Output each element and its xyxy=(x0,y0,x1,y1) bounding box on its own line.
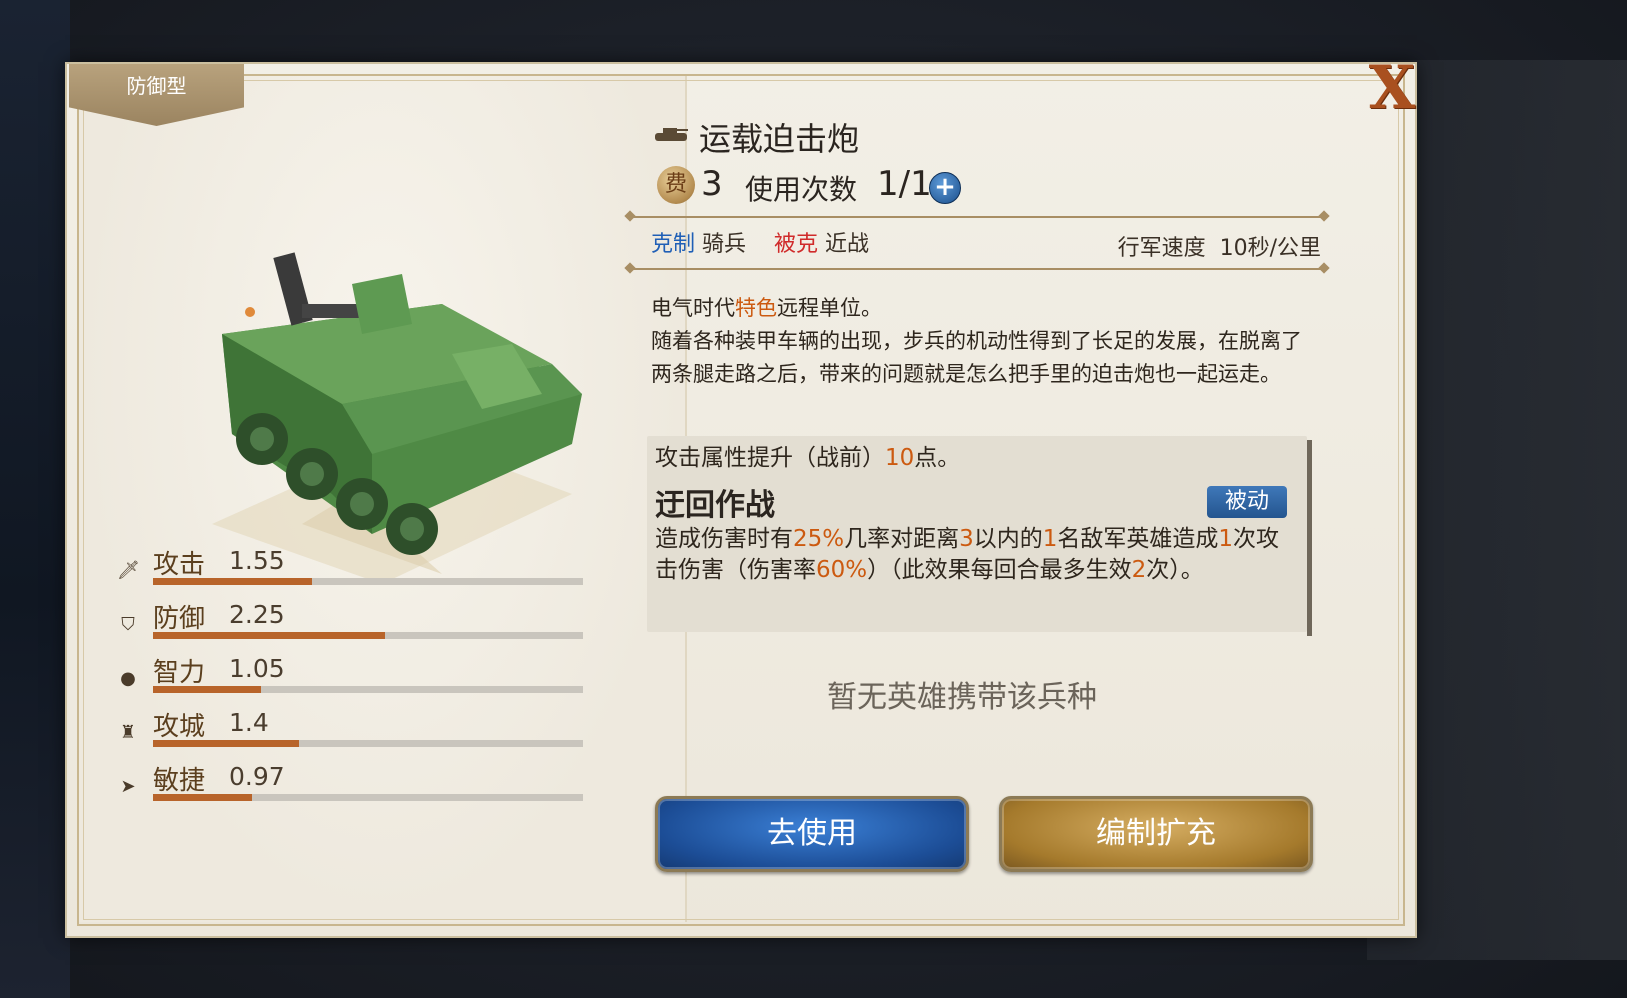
speed-value: 10秒/公里 xyxy=(1219,236,1321,261)
stat-bar xyxy=(153,794,583,801)
skill-text: 以内的 xyxy=(973,526,1043,552)
stat-value: 0.97 xyxy=(229,762,285,791)
stat-bar-fill xyxy=(153,632,386,639)
unit-detail-panel: 防御型 X 🗡 攻击 1.55 ⛉ 防御 2.25 ● 智力 1.05 ♜ 攻城… xyxy=(65,58,1417,938)
stat-bar-fill xyxy=(153,740,300,747)
cost-value: 3 xyxy=(701,164,723,204)
divider-top xyxy=(632,216,1322,218)
stat-label: 防御 xyxy=(153,604,206,634)
stat-label: 敏捷 xyxy=(153,766,206,796)
skill-bonus: 攻击属性提升（战前）10点。 xyxy=(655,438,960,472)
skill-highlight: 1 xyxy=(1042,526,1058,552)
stat-bar xyxy=(153,740,583,747)
stat-agility: ➤ 敏捷 0.97 xyxy=(117,760,587,810)
skill-text: ）（此效果每回合最多生效 xyxy=(867,557,1132,583)
desc-highlight: 特色 xyxy=(735,296,777,320)
stat-siege: ♜ 攻城 1.4 xyxy=(117,706,587,756)
no-hero-message: 暂无英雄携带该兵种 xyxy=(827,680,1097,715)
stat-intelligence: ● 智力 1.05 xyxy=(117,652,587,702)
stat-value: 1.05 xyxy=(229,654,285,683)
desc-text: 远程单位。 xyxy=(777,296,882,320)
add-uses-button[interactable]: + xyxy=(929,172,961,204)
stat-bar-fill xyxy=(153,686,261,693)
stat-bar xyxy=(153,578,583,585)
stat-bar xyxy=(153,632,583,639)
stat-value: 1.4 xyxy=(229,708,269,737)
sword-icon: 🗡 xyxy=(117,560,140,581)
unit-description: 电气时代特色远程单位。 随着各种装甲车辆的出现，步兵的机动性得到了长足的发展，在… xyxy=(651,292,1311,391)
counter-value: 骑兵 xyxy=(702,232,747,257)
use-button[interactable]: 去使用 xyxy=(655,796,969,872)
skill-highlight: 10 xyxy=(885,445,915,471)
stat-label: 攻击 xyxy=(153,550,206,580)
skill-highlight: 25% xyxy=(793,526,845,552)
desc-body: 随着各种装甲车辆的出现，步兵的机动性得到了长足的发展，在脱离了两条腿走路之后，带… xyxy=(651,329,1302,386)
counter-row: 克制 骑兵 被克 近战 行军速度 10秒/公里 xyxy=(651,226,1321,262)
countered-value: 近战 xyxy=(825,232,870,257)
uses-value: 1/1 xyxy=(877,164,932,204)
castle-icon: ♜ xyxy=(119,722,137,743)
skill-name: 迂回作战 xyxy=(655,488,775,523)
skill-highlight: 1 xyxy=(1218,526,1234,552)
stat-label: 智力 xyxy=(153,658,206,688)
skill-highlight: 60% xyxy=(816,557,868,583)
stat-bar-fill xyxy=(153,794,252,801)
counter-label: 克制 xyxy=(651,232,696,257)
desc-text: 电气时代 xyxy=(651,296,735,320)
skill-highlight: 3 xyxy=(959,526,974,552)
cost-coin-icon: 费 xyxy=(657,166,695,204)
stat-value: 1.55 xyxy=(229,546,285,575)
brain-icon: ● xyxy=(120,668,136,689)
stat-attack: 🗡 攻击 1.55 xyxy=(117,544,587,594)
stat-bar-fill xyxy=(153,578,313,585)
divider-bottom xyxy=(632,268,1322,270)
skill-highlight: 2 xyxy=(1131,557,1147,583)
vehicle-image xyxy=(212,252,582,584)
skill-text: 点。 xyxy=(914,445,961,471)
march-speed: 行军速度 10秒/公里 xyxy=(1118,230,1321,262)
skill-text: 几率对距离 xyxy=(844,526,960,552)
cost-row: 费 3 使用次数 1/1 + xyxy=(657,164,1057,210)
background-left xyxy=(0,0,70,998)
stat-bar xyxy=(153,686,583,693)
unit-name: 运载迫击炮 xyxy=(699,120,860,158)
stat-label: 攻城 xyxy=(153,712,206,742)
close-icon[interactable]: X xyxy=(1357,58,1427,118)
skill-text: 名敌军英雄造成 xyxy=(1057,526,1219,552)
boot-icon: ➤ xyxy=(120,776,136,797)
stat-defense: ⛉ 防御 2.25 xyxy=(117,598,587,648)
uses-label: 使用次数 xyxy=(745,173,858,206)
skill-text: 攻击属性提升（战前） xyxy=(655,445,885,471)
passive-badge: 被动 xyxy=(1207,486,1287,518)
speed-label: 行军速度 xyxy=(1117,236,1206,261)
stat-value: 2.25 xyxy=(229,600,285,629)
skill-box[interactable]: 攻击属性提升（战前）10点。 迂回作战 被动 造成伤害时有25%几率对距离3以内… xyxy=(647,436,1307,632)
shield-icon: ⛉ xyxy=(121,614,135,635)
tank-icon xyxy=(655,128,688,141)
countered-label: 被克 xyxy=(774,232,819,257)
skill-description: 造成伤害时有25%几率对距离3以内的1名敌军英雄造成1次攻击伤害（伤害率60%）… xyxy=(655,524,1295,586)
skill-text: 造成伤害时有 xyxy=(655,526,793,552)
skill-text: 次）。 xyxy=(1146,557,1204,583)
expand-button[interactable]: 编制扩充 xyxy=(999,796,1313,872)
skill-scrollbar-thumb[interactable] xyxy=(1307,440,1312,636)
